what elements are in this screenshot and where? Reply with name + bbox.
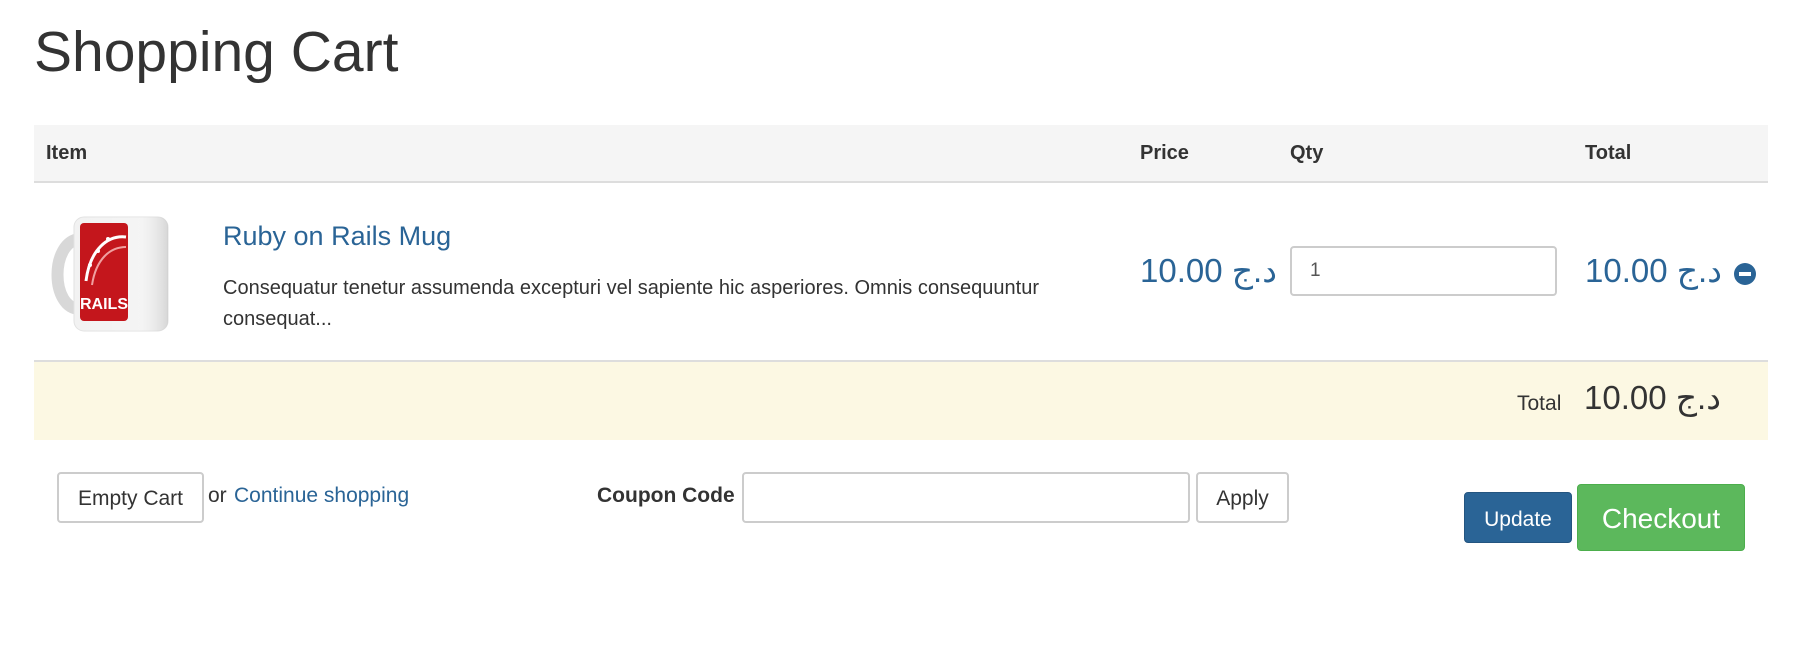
update-button[interactable]: Update <box>1464 492 1572 543</box>
empty-cart-button[interactable]: Empty Cart <box>57 472 204 523</box>
product-image[interactable]: RAILS <box>50 209 178 337</box>
item-price: 10.00 د.ج <box>1140 252 1277 289</box>
page-title: Shopping Cart <box>34 20 399 84</box>
or-text: or <box>208 484 227 507</box>
continue-shopping-link[interactable]: Continue shopping <box>234 484 409 508</box>
quantity-input[interactable] <box>1290 246 1557 296</box>
apply-coupon-button[interactable]: Apply <box>1196 472 1289 523</box>
table-row: RAILS Ruby on Rails Mug Consequatur tene… <box>34 183 1768 362</box>
coupon-code-input[interactable] <box>742 472 1190 523</box>
header-total: Total <box>1585 142 1632 164</box>
product-description: Consequatur tenetur assumenda excepturi … <box>223 277 1040 330</box>
grand-total: 10.00 د.ج <box>1584 379 1721 416</box>
minus-circle-icon[interactable] <box>1734 263 1756 285</box>
mug-image: RAILS <box>51 216 169 332</box>
cart-total-row: Total 10.00 د.ج <box>34 362 1768 440</box>
header-qty: Qty <box>1290 142 1324 164</box>
header-item: Item <box>46 142 88 164</box>
checkout-button[interactable]: Checkout <box>1577 484 1745 551</box>
item-total: 10.00 د.ج <box>1585 252 1722 289</box>
cart-table: Item Price Qty Total RAILS Ruby on Rails… <box>34 125 1768 440</box>
rails-logo-text: RAILS <box>80 296 128 313</box>
product-title-link[interactable]: Ruby on Rails Mug <box>223 221 451 252</box>
table-header: Item Price Qty Total <box>34 125 1768 183</box>
total-label: Total <box>1517 392 1562 415</box>
header-price: Price <box>1140 142 1189 164</box>
coupon-code-label: Coupon Code <box>597 484 735 507</box>
